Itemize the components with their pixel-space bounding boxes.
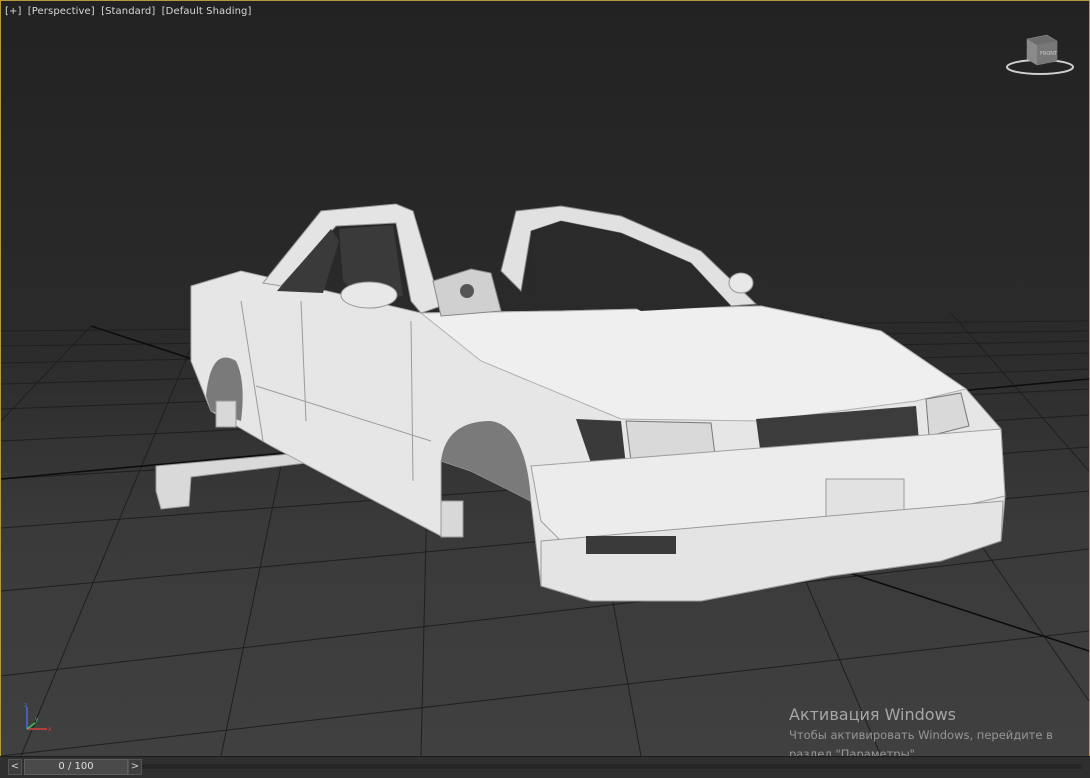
time-slider-handle[interactable]: 0 / 100	[24, 759, 128, 775]
viewcube-face-label: FRONT	[1040, 51, 1058, 57]
scene-canvas	[1, 203, 1089, 756]
windows-activation-watermark: Активация Windows Чтобы активировать Win…	[789, 705, 1053, 756]
previous-frame-button[interactable]: <	[8, 759, 22, 775]
viewcube-navigator[interactable]: FRONT	[1005, 31, 1075, 77]
time-slider-bar: < 0 / 100 >	[0, 756, 1090, 778]
watermark-title: Активация Windows	[789, 705, 956, 724]
car-model[interactable]	[155, 203, 1006, 602]
axis-tripod-icon: x y z	[24, 702, 52, 733]
axis-y-label: y	[35, 716, 39, 723]
next-frame-button[interactable]: >	[128, 759, 142, 775]
watermark-line-1: Чтобы активировать Windows, перейдите в	[789, 728, 1053, 742]
time-slider-track[interactable]	[142, 764, 1082, 769]
axis-z-label: z	[24, 702, 27, 709]
perspective-viewport[interactable]: [+] [Perspective] [Standard] [Default Sh…	[0, 0, 1090, 757]
axis-x-label: x	[48, 726, 52, 733]
